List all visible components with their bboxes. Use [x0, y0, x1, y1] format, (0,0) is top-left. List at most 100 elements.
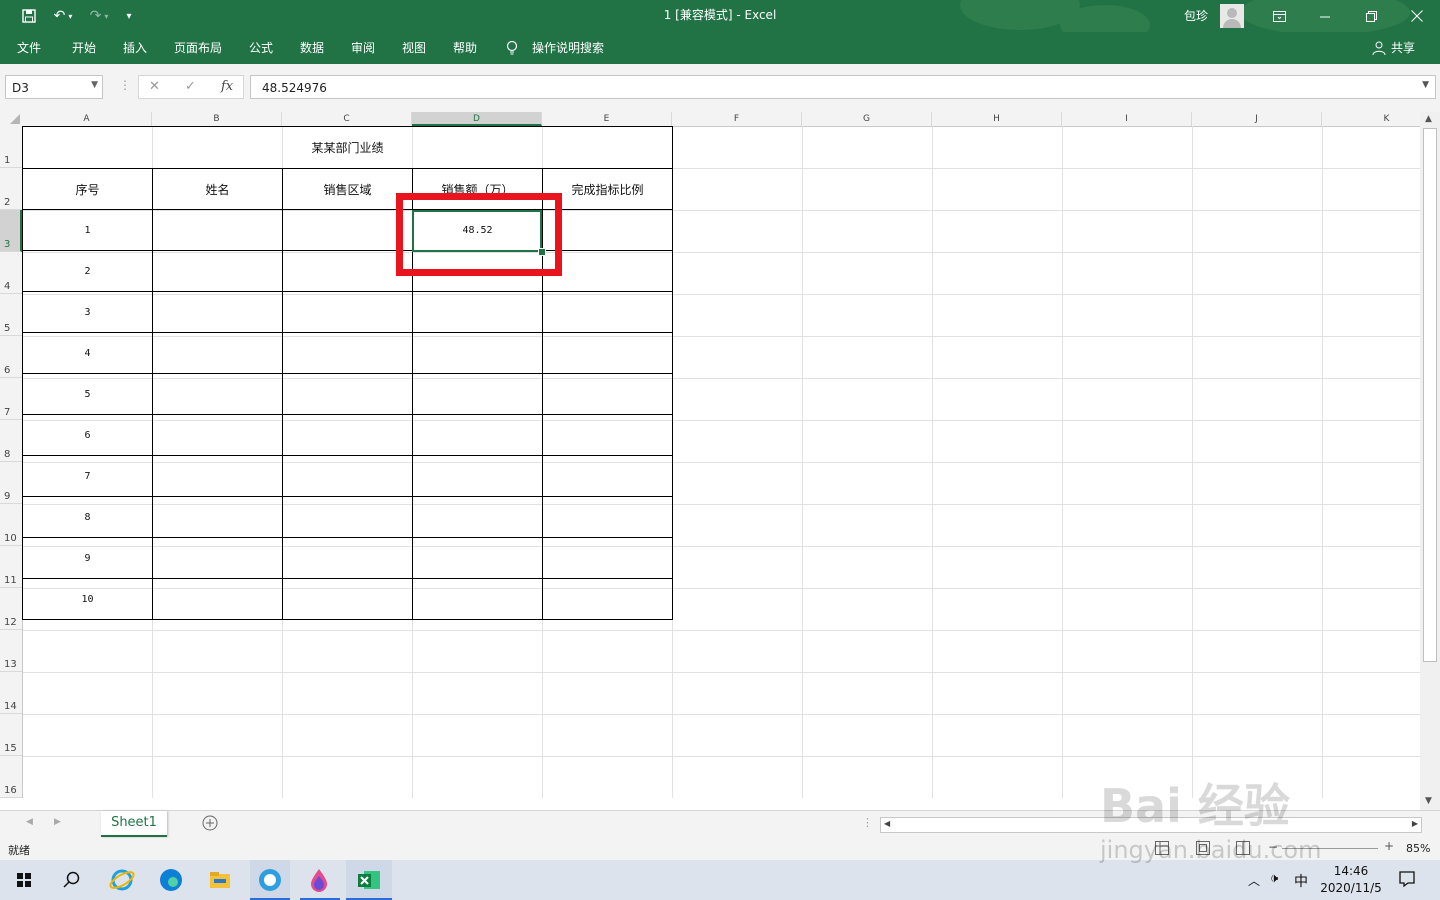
table-cell[interactable] — [412, 373, 543, 415]
ribbon-display-icon[interactable] — [1264, 0, 1294, 32]
column-header-f[interactable]: F — [672, 112, 802, 126]
table-cell[interactable]: 8 — [22, 496, 153, 538]
table-cell[interactable] — [542, 332, 673, 374]
zoom-level[interactable]: 85% — [1406, 842, 1430, 855]
table-cell[interactable]: 10 — [22, 578, 153, 620]
table-header-cell[interactable]: 销售区域 — [282, 168, 413, 210]
table-cell[interactable] — [542, 496, 673, 538]
table-cell[interactable] — [412, 332, 543, 374]
sheet-tab-sheet1[interactable]: Sheet1 — [101, 811, 167, 837]
tab-home[interactable]: 开始 — [72, 32, 96, 64]
row-header[interactable]: 15 — [0, 714, 22, 756]
table-cell[interactable]: 1 — [22, 209, 153, 251]
row-header[interactable]: 7 — [0, 378, 22, 420]
table-cell[interactable] — [282, 414, 413, 456]
notification-icon[interactable] — [1398, 870, 1416, 891]
table-cell[interactable] — [542, 414, 673, 456]
scroll-right-icon[interactable]: ▶ — [1412, 819, 1418, 828]
table-cell[interactable] — [282, 332, 413, 374]
tab-file[interactable]: 文件 — [17, 32, 41, 64]
select-all-corner[interactable] — [0, 112, 22, 126]
row-header[interactable]: 8 — [0, 420, 22, 462]
tell-me-search[interactable]: 操作说明搜索 — [532, 32, 604, 64]
clock[interactable]: 14:46 2020/11/5 — [1316, 863, 1386, 897]
column-header-b[interactable]: B — [152, 112, 282, 126]
table-cell[interactable] — [412, 537, 543, 579]
row-header[interactable]: 2 — [0, 168, 22, 210]
row-header[interactable]: 12 — [0, 588, 22, 630]
table-cell[interactable] — [542, 209, 673, 251]
close-icon[interactable] — [1402, 0, 1432, 32]
restore-icon[interactable] — [1356, 0, 1386, 32]
tab-formulas[interactable]: 公式 — [249, 32, 273, 64]
worksheet-grid[interactable]: A B C D E F G H I J K 1 2 3 4 5 6 7 8 9 … — [0, 112, 1420, 798]
zoom-in-icon[interactable]: + — [1384, 839, 1394, 853]
scrollbar-thumb[interactable] — [1423, 128, 1437, 662]
table-cell[interactable] — [282, 496, 413, 538]
table-cell[interactable] — [152, 332, 283, 374]
row-header[interactable]: 13 — [0, 630, 22, 672]
table-cell[interactable]: 5 — [22, 373, 153, 415]
table-cell[interactable] — [412, 414, 543, 456]
table-cell[interactable]: 4 — [22, 332, 153, 374]
chevron-down-icon[interactable]: ▼ — [91, 80, 98, 90]
column-header-d[interactable]: D — [412, 112, 542, 126]
row-header[interactable]: 14 — [0, 672, 22, 714]
expand-formula-icon[interactable]: ▼ — [1422, 80, 1429, 90]
scroll-up-icon[interactable]: ▲ — [1425, 114, 1432, 124]
scroll-left-icon[interactable]: ◀ — [884, 819, 890, 828]
table-cell[interactable] — [282, 537, 413, 579]
vertical-scrollbar[interactable]: ▲ ▼ — [1420, 112, 1440, 810]
search-icon[interactable] — [58, 866, 86, 894]
column-header-a[interactable]: A — [22, 112, 152, 126]
tab-data[interactable]: 数据 — [300, 32, 324, 64]
table-cell[interactable] — [542, 578, 673, 620]
tab-review[interactable]: 审阅 — [351, 32, 375, 64]
insert-function-icon[interactable]: fx — [221, 79, 233, 94]
cancel-icon[interactable]: ✕ — [149, 79, 160, 94]
column-header-g[interactable]: G — [802, 112, 932, 126]
tab-view[interactable]: 视图 — [402, 32, 426, 64]
table-cell[interactable] — [282, 373, 413, 415]
table-header-cell[interactable]: 序号 — [22, 168, 153, 210]
row-header[interactable]: 1 — [0, 126, 22, 168]
next-sheet-icon[interactable]: ▶ — [54, 817, 61, 827]
table-cell[interactable] — [542, 537, 673, 579]
ime-indicator[interactable]: 中 — [1294, 871, 1308, 891]
row-header[interactable]: 4 — [0, 252, 22, 294]
table-cell[interactable] — [282, 250, 413, 292]
windows-start-icon[interactable] — [10, 866, 38, 894]
volume-icon[interactable]: 🕩 — [1270, 871, 1278, 886]
table-cell[interactable] — [412, 496, 543, 538]
column-header-i[interactable]: I — [1062, 112, 1192, 126]
prev-sheet-icon[interactable]: ◀ — [26, 817, 33, 827]
table-cell[interactable] — [152, 496, 283, 538]
row-header[interactable]: 9 — [0, 462, 22, 504]
name-box[interactable]: D3 ▼ — [5, 75, 103, 99]
table-header-cell[interactable]: 姓名 — [152, 168, 283, 210]
ie-browser-icon[interactable] — [108, 866, 136, 894]
share-button[interactable]: 共享 — [1391, 32, 1415, 64]
paint-app-icon[interactable] — [305, 866, 333, 894]
tab-page-layout[interactable]: 页面布局 — [174, 32, 222, 64]
table-cell[interactable] — [152, 414, 283, 456]
table-title[interactable]: 某某部门业绩 — [22, 126, 673, 169]
qq-browser-icon[interactable] — [256, 866, 284, 894]
table-cell[interactable] — [542, 373, 673, 415]
tab-insert[interactable]: 插入 — [123, 32, 147, 64]
table-cell[interactable] — [542, 455, 673, 497]
table-cell[interactable] — [412, 291, 543, 333]
chevron-up-icon[interactable]: ︿ — [1248, 872, 1260, 889]
row-header[interactable]: 6 — [0, 336, 22, 378]
column-header-h[interactable]: H — [932, 112, 1062, 126]
minimize-icon[interactable] — [1310, 0, 1340, 32]
table-cell[interactable] — [282, 455, 413, 497]
table-cell[interactable]: 7 — [22, 455, 153, 497]
column-header-e[interactable]: E — [542, 112, 672, 126]
table-cell[interactable] — [152, 578, 283, 620]
enter-icon[interactable]: ✓ — [185, 79, 196, 94]
avatar[interactable] — [1220, 4, 1244, 28]
table-cell[interactable] — [152, 537, 283, 579]
row-header[interactable]: 16 — [0, 756, 22, 798]
splitter-icon[interactable]: ⋮ — [862, 816, 873, 829]
